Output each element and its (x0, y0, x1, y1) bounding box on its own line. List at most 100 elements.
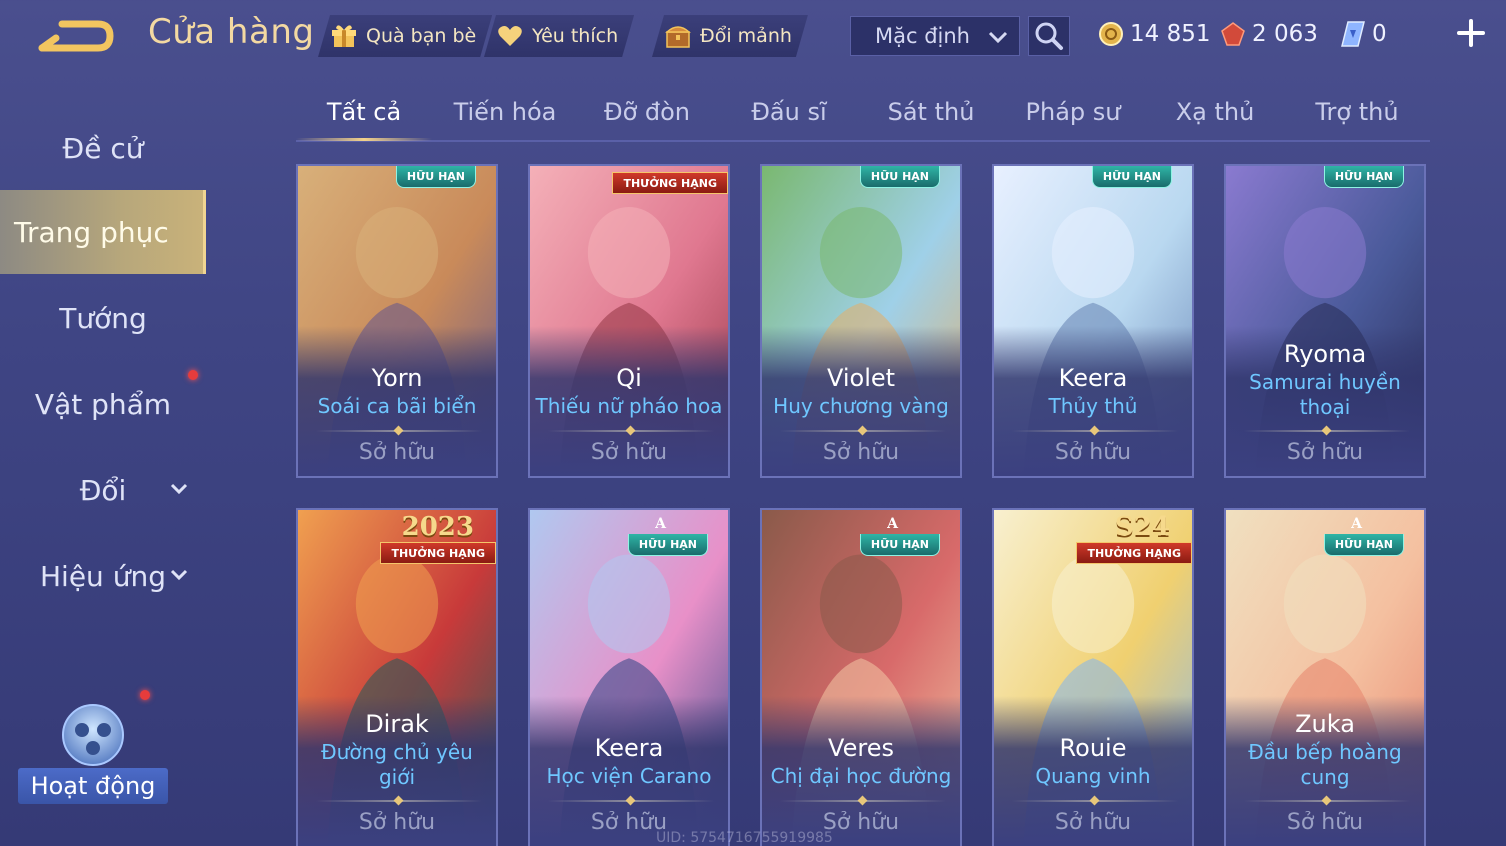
card-divider (780, 430, 946, 432)
ownership-status: Sở hữu (1054, 810, 1132, 835)
sidebar-item-label: Trang phục (14, 215, 169, 249)
gold-currency: 14 851 (1098, 18, 1210, 50)
skin-card[interactable]: THƯỞNG HẠNG 2023 Dirak Đường chủ yêu giới Sở… (296, 508, 498, 846)
card-divider (316, 430, 482, 432)
tab-marksman[interactable]: Xạ thủ (1150, 98, 1280, 126)
voucher-gem-icon (1221, 22, 1245, 46)
hero-name: Keera (594, 734, 664, 762)
activity-orb-icon (62, 704, 124, 766)
sidebar-item-exchange[interactable]: Đổi (0, 448, 206, 532)
ranked-reward-badge: THƯỞNG HẠNG (380, 542, 496, 564)
skin-card[interactable]: HỮU HẠN Violet Huy chương vàng Sở hữu (760, 164, 962, 478)
skin-tier-label: A (1351, 516, 1362, 532)
limited-badge: HỮU HẠN (627, 534, 708, 556)
skin-name: Thủy thủ (1048, 394, 1138, 418)
sort-dropdown[interactable]: Mặc định (850, 16, 1020, 56)
sidebar-item-label: Vật phẩm (34, 387, 172, 421)
activity-label: Hoạt động (18, 768, 168, 804)
card-divider (780, 800, 946, 802)
hero-name: Ryoma (1283, 340, 1367, 368)
back-arrow-icon[interactable] (36, 14, 116, 56)
hero-name: Dirak (365, 710, 429, 738)
ownership-status: Sở hữu (1054, 440, 1132, 465)
favorites-button[interactable]: Yêu thích (484, 15, 634, 57)
exchange-shards-button[interactable]: Đổi mảnh (652, 15, 808, 57)
sidebar-item-effects[interactable]: Hiệu ứng (0, 534, 206, 618)
ownership-status: Sở hữu (822, 440, 900, 465)
card-divider (316, 800, 482, 802)
skin-card[interactable]: HỮU HẠN A Keera Học viện Carano Sở hữu (528, 508, 730, 846)
quan-huy-amount: 0 (1372, 21, 1387, 47)
category-tabs: Tất cả Tiến hóa Đỡ đòn Đấu sĩ Sát thủ Ph… (296, 92, 1430, 142)
tab-fighter[interactable]: Đấu sĩ (724, 98, 854, 126)
skin-name: Samurai huyền thoại (1249, 370, 1401, 419)
card-divider (548, 800, 714, 802)
quan-huy-icon (1341, 21, 1365, 47)
season-badge-label: 2023 (401, 512, 474, 542)
add-currency-button[interactable] (1454, 16, 1488, 50)
tab-label: Tất cả (326, 98, 402, 126)
sidebar-item-items[interactable]: Vật phẩm (0, 362, 206, 446)
ownership-status: Sở hữu (1286, 810, 1364, 835)
tab-label: Đỡ đòn (603, 98, 691, 126)
limited-badge: HỮU HẠN (1323, 166, 1404, 188)
limited-badge: HỮU HẠN (859, 166, 940, 188)
sidebar-item-label: Đề cử (62, 131, 144, 165)
exchange-shards-label: Đổi mảnh (700, 25, 792, 47)
tab-mage[interactable]: Pháp sư (1008, 98, 1138, 126)
hero-name: Violet (826, 364, 896, 392)
tab-tank[interactable]: Đỡ đòn (582, 98, 712, 126)
gold-coin-icon (1099, 22, 1123, 46)
chevron-down-icon (988, 31, 1008, 44)
skin-name: Soái ca bãi biển (317, 394, 477, 418)
skin-card[interactable]: THƯỞNG HẠNG Qi Thiếu nữ pháo hoa Sở hữu (528, 164, 730, 478)
hero-name: Rouie (1059, 734, 1127, 762)
skin-name: Chị đại học đường (770, 764, 952, 788)
skin-card[interactable]: HỮU HẠN A Zuka Đầu bếp hoàng cung Sở hữu (1224, 508, 1426, 846)
tab-label: Tiến hóa (453, 98, 557, 126)
ranked-reward-badge: THƯỞNG HẠNG (612, 172, 728, 194)
activity-button[interactable]: Hoạt động (14, 692, 169, 822)
skin-name: Quang vinh (1035, 764, 1151, 788)
sidebar-item-heroes[interactable]: Tướng (0, 276, 206, 360)
active-tab-indicator (296, 138, 432, 141)
ownership-status: Sở hữu (1286, 440, 1364, 465)
ownership-status: Sở hữu (358, 810, 436, 835)
friend-gift-button[interactable]: Quà bạn bè (318, 15, 492, 57)
tab-support[interactable]: Trợ thủ (1292, 98, 1422, 126)
tab-assassin[interactable]: Sát thủ (866, 98, 996, 126)
sidebar-item-featured[interactable]: Đề cử (0, 106, 206, 190)
chest-icon (664, 22, 692, 50)
tab-evolution[interactable]: Tiến hóa (440, 98, 570, 126)
tab-label: Pháp sư (1025, 98, 1121, 126)
card-divider (1244, 430, 1410, 432)
sidebar-item-label: Tướng (59, 301, 147, 335)
skin-card[interactable]: HỮU HẠN Ryoma Samurai huyền thoại Sở hữu (1224, 164, 1426, 478)
hero-name: Zuka (1295, 710, 1355, 738)
limited-badge: HỮU HẠN (395, 166, 476, 188)
tab-label: Sát thủ (887, 98, 975, 126)
sidebar-item-label: Đổi (79, 473, 127, 507)
skin-card[interactable]: HỮU HẠN A Veres Chị đại học đường Sở hữu (760, 508, 962, 846)
hero-name: Keera (1058, 364, 1128, 392)
skin-card[interactable]: HỮU HẠN Yorn Soái ca bãi biển Sở hữu (296, 164, 498, 478)
tab-label: Đấu sĩ (751, 98, 827, 126)
skin-card[interactable]: HỮU HẠN Keera Thủy thủ Sở hữu (992, 164, 1194, 478)
hero-name: Veres (828, 734, 894, 762)
card-divider (1012, 430, 1178, 432)
search-button[interactable] (1028, 16, 1070, 56)
voucher-currency: 2 063 (1220, 18, 1318, 50)
chevron-down-icon (170, 483, 188, 495)
skin-tier-label: A (887, 516, 898, 532)
tab-all[interactable]: Tất cả (296, 98, 432, 126)
skin-name: Huy chương vàng (773, 394, 949, 418)
skin-tier-label: A (655, 516, 666, 532)
heart-icon (496, 22, 524, 50)
hero-name: Qi (616, 364, 642, 392)
gift-icon (330, 22, 358, 50)
season-badge-label: S24 (1115, 512, 1170, 542)
card-divider (1012, 800, 1178, 802)
sidebar-item-skins[interactable]: Trang phục (0, 190, 206, 274)
skin-card[interactable]: THƯỞNG HẠNG S24 Rouie Quang vinh Sở hữu (992, 508, 1194, 846)
skin-name: Đầu bếp hoàng cung (1248, 740, 1402, 789)
